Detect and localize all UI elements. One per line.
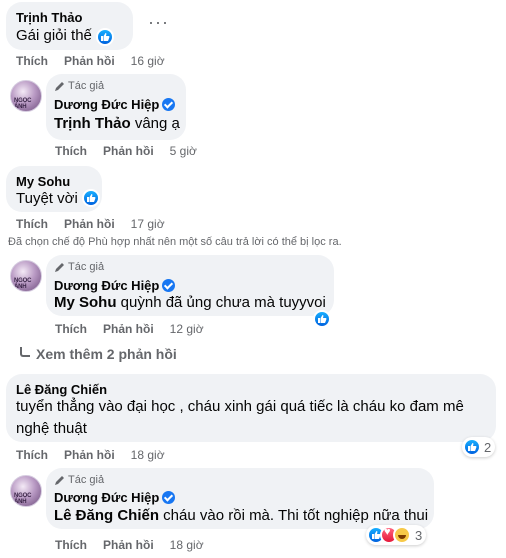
comment-bubble: Tác giả Dương Đức Hiệp Trịnh Thảo vâng ạ: [46, 74, 186, 140]
comment-actions: Thích Phản hồi 5 giờ: [55, 144, 197, 158]
reply-button[interactable]: Phản hồi: [103, 144, 154, 158]
timestamp[interactable]: 18 giờ: [170, 538, 204, 552]
reply-button[interactable]: Phản hồi: [64, 448, 115, 462]
reply-button[interactable]: Phản hồi: [64, 54, 115, 68]
comment-bubble: Tác giả Dương Đức Hiệp Lê Đăng Chiến chá…: [46, 468, 434, 529]
commenter-name-row: Dương Đức Hiệp: [54, 278, 176, 293]
comment-text-line-1: tuyển thẳng vào đại học , cháu xinh gái …: [16, 398, 464, 415]
comment-actions: Thích Phản hồi 17 giờ: [16, 217, 165, 231]
comment-text: Lê Đăng Chiến cháu vào rồi mà. Thi tốt n…: [54, 505, 428, 526]
comment-actions: Thích Phản hồi 12 giờ: [55, 322, 204, 336]
comment-actions: Thích Phản hồi 16 giờ: [16, 54, 165, 68]
commenter-name[interactable]: Dương Đức Hiệp: [54, 97, 159, 112]
mention-link[interactable]: My Sohu: [54, 294, 117, 311]
like-reaction-icon[interactable]: [313, 310, 331, 328]
like-reaction-icon[interactable]: [82, 189, 100, 207]
haha-reaction-icon: [393, 526, 411, 544]
like-reaction-icon: [463, 438, 481, 456]
author-tag-label: Tác giả: [68, 261, 105, 273]
comment-body: cháu vào rồi mà. Thi tốt nghiệp nữa thui: [159, 507, 429, 524]
avatar[interactable]: NGỌC ÁNH: [10, 80, 42, 112]
view-more-replies-button[interactable]: Xem thêm 2 phản hồi: [20, 346, 177, 362]
comment-text: My Sohu quỳnh đã ủng chưa mà tuyyvoi: [54, 292, 326, 313]
author-badge: Tác giả: [54, 474, 104, 486]
like-button[interactable]: Thích: [55, 538, 87, 552]
commenter-name[interactable]: Dương Đức Hiệp: [54, 490, 159, 505]
commenter-name[interactable]: My Sohu: [16, 174, 70, 189]
comment-text: Gái giỏi thế: [16, 27, 92, 44]
comment-text: Trịnh Thảo vâng ạ: [54, 113, 180, 134]
timestamp[interactable]: 5 giờ: [170, 144, 197, 158]
avatar[interactable]: NGỌC ÁNH: [10, 260, 42, 292]
author-tag-label: Tác giả: [68, 474, 105, 486]
like-button[interactable]: Thích: [16, 54, 48, 68]
like-button[interactable]: Thích: [55, 322, 87, 336]
reaction-count: 3: [415, 527, 423, 543]
author-badge: Tác giả: [54, 80, 104, 92]
comment-bubble: Lê Đăng Chiến tuyển thẳng vào đại học , …: [6, 374, 496, 442]
commenter-name[interactable]: Lê Đăng Chiến: [16, 382, 107, 397]
view-more-replies-label: Xem thêm 2 phản hồi: [36, 346, 177, 362]
reactions-summary[interactable]: 3: [366, 525, 427, 545]
avatar[interactable]: NGỌC ÁNH: [10, 475, 42, 507]
avatar-text: NGỌC ÁNH: [14, 493, 32, 505]
comment-text: Tuyệt vời: [16, 190, 78, 207]
pen-icon: [55, 475, 64, 485]
reaction-count: 2: [484, 439, 492, 455]
verified-badge-icon: [162, 279, 176, 292]
like-button[interactable]: Thích: [55, 144, 87, 158]
author-tag-label: Tác giả: [68, 80, 105, 92]
comment-text-line-2: nghệ thuật: [16, 420, 87, 437]
timestamp[interactable]: 16 giờ: [131, 54, 165, 68]
mention-link[interactable]: Trịnh Thảo: [54, 115, 131, 132]
like-reaction-icon[interactable]: [96, 28, 114, 46]
reply-button[interactable]: Phản hồi: [103, 322, 154, 336]
comment-bubble: Tác giả Dương Đức Hiệp My Sohu quỳnh đã …: [46, 255, 334, 316]
verified-badge-icon: [162, 491, 176, 504]
avatar-text: NGỌC ÁNH: [14, 278, 32, 290]
reactions-summary[interactable]: 2: [462, 437, 496, 457]
timestamp[interactable]: 18 giờ: [131, 448, 165, 462]
pen-icon: [55, 81, 64, 91]
more-options-icon[interactable]: ···: [148, 12, 169, 33]
commenter-name-row: Dương Đức Hiệp: [54, 490, 176, 505]
author-badge: Tác giả: [54, 261, 104, 273]
reply-button[interactable]: Phản hồi: [64, 217, 115, 231]
avatar-text: NGỌC ÁNH: [14, 98, 32, 110]
mention-link[interactable]: Lê Đăng Chiến: [54, 507, 159, 524]
reply-arrow-icon: [20, 347, 30, 357]
like-button[interactable]: Thích: [16, 448, 48, 462]
commenter-name-row: Dương Đức Hiệp: [54, 97, 176, 112]
commenter-name[interactable]: Trịnh Thảo: [16, 10, 82, 25]
commenter-name[interactable]: Dương Đức Hiệp: [54, 278, 159, 293]
filter-notice: Đã chọn chế độ Phù hợp nhất nên một số c…: [8, 236, 342, 248]
timestamp[interactable]: 12 giờ: [170, 322, 204, 336]
like-button[interactable]: Thích: [16, 217, 48, 231]
comment-body: quỳnh đã ủng chưa mà tuyyvoi: [116, 294, 326, 311]
comment-actions: Thích Phản hồi 18 giờ: [16, 448, 165, 462]
reply-button[interactable]: Phản hồi: [103, 538, 154, 552]
comment-body: vâng ạ: [130, 115, 180, 132]
verified-badge-icon: [162, 98, 176, 111]
comment-actions: Thích Phản hồi 18 giờ: [55, 538, 204, 552]
pen-icon: [55, 262, 64, 272]
comment-bubble: Trịnh Thảo Gái giỏi thế: [6, 2, 133, 50]
timestamp[interactable]: 17 giờ: [131, 217, 165, 231]
